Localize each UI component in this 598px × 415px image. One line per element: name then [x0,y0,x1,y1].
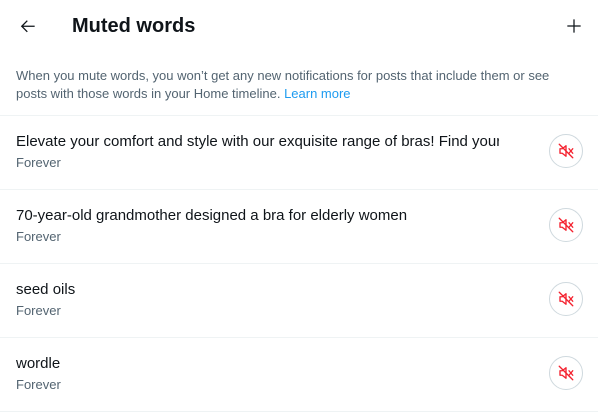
muted-word-item[interactable]: Elevate your comfort and style with our … [0,116,598,190]
description: When you mute words, you won’t get any n… [0,53,598,116]
muted-word-item[interactable]: seed oils Forever [0,264,598,338]
muted-word-item[interactable]: 70-year-old grandmother designed a bra f… [0,190,598,264]
header: Muted words [0,0,598,53]
unmute-button[interactable] [549,134,583,168]
speaker-muted-icon [558,365,574,381]
speaker-muted-icon [558,291,574,307]
plus-icon [567,19,581,33]
muted-word-text: wordle [16,355,61,372]
muted-word-text: seed oils [16,281,76,298]
mute-duration: Forever [16,155,61,170]
muted-words-page: Muted words When you mute words, you won… [0,0,598,415]
mute-duration: Forever [16,377,61,392]
add-muted-word-button[interactable] [556,8,592,44]
muted-words-list: Elevate your comfort and style with our … [0,116,598,412]
back-button[interactable] [10,8,46,44]
unmute-button[interactable] [549,356,583,390]
unmute-button[interactable] [549,282,583,316]
muted-word-text: Elevate your comfort and style with our … [16,133,499,150]
learn-more-link[interactable]: Learn more [284,86,350,101]
mute-duration: Forever [16,229,61,244]
muted-word-item[interactable]: wordle Forever [0,338,598,412]
page-title: Muted words [72,15,196,37]
description-text: When you mute words, you won’t get any n… [16,68,550,101]
unmute-button[interactable] [549,208,583,242]
speaker-muted-icon [558,217,574,233]
muted-word-text: 70-year-old grandmother designed a bra f… [16,207,408,224]
speaker-muted-icon [558,143,574,159]
arrow-left-icon [20,20,35,33]
mute-duration: Forever [16,303,61,318]
